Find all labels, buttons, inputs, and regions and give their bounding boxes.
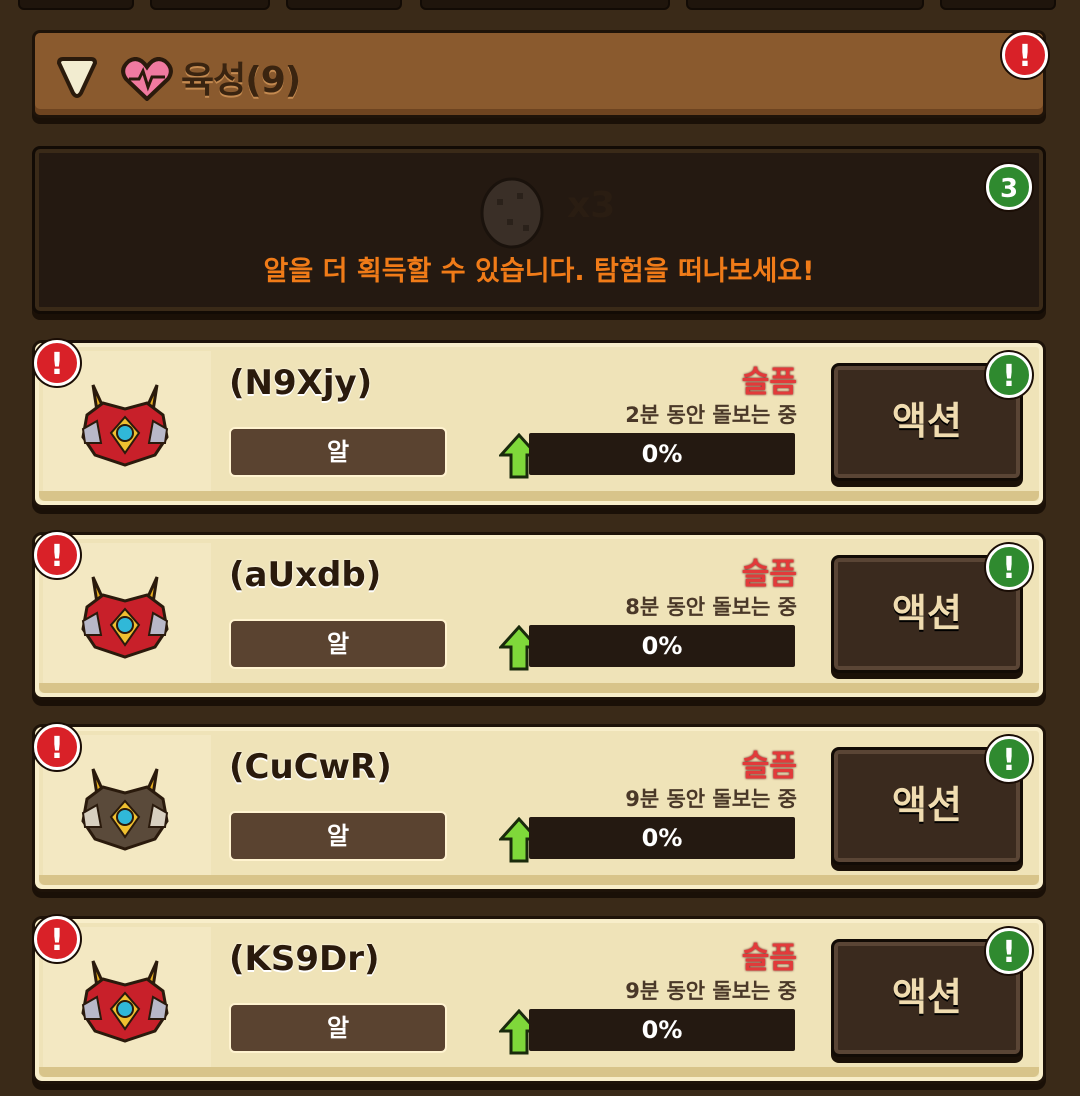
pet-name: (N9Xjy)	[229, 363, 373, 403]
dragon-egg-icon	[81, 960, 169, 1043]
heartbeat-icon	[121, 57, 173, 101]
pet-alert-icon: !	[34, 916, 80, 962]
pet-name: (KS9Dr)	[229, 939, 380, 979]
pet-card[interactable]: (KS9Dr) 알 슬픔 9분 동안 돌보는 중 0% 액션	[32, 916, 1046, 1084]
pet-alert-icon: !	[34, 340, 80, 386]
pet-name: (aUxdb)	[229, 555, 382, 595]
pet-card[interactable]: (aUxdb) 알 슬픔 8분 동안 돌보는 중 0% 액션	[32, 532, 1046, 700]
growth-progress-text: 0%	[641, 1016, 683, 1044]
pet-alert-icon: !	[34, 724, 80, 770]
top-tab[interactable]	[686, 0, 924, 10]
action-notify-icon: !	[986, 352, 1032, 398]
nurture-section-header[interactable]: 육성(9)	[32, 30, 1046, 118]
pet-care-duration: 9분 동안 돌보는 중	[625, 979, 797, 1003]
pet-stage-label: 알	[229, 619, 447, 669]
pet-care-duration: 9분 동안 돌보는 중	[625, 787, 797, 811]
pet-care-duration: 8분 동안 돌보는 중	[625, 595, 797, 619]
egg-icon	[480, 177, 544, 249]
top-tab[interactable]	[286, 0, 402, 10]
action-notify-icon: !	[986, 928, 1032, 974]
section-title: 육성(9)	[181, 60, 301, 101]
action-notify-icon: !	[986, 736, 1032, 782]
dragon-egg-icon	[81, 576, 169, 659]
growth-progress-bar: 0%	[529, 625, 795, 667]
dragon-egg-icon	[81, 768, 169, 851]
pet-care-duration: 2분 동안 돌보는 중	[625, 403, 797, 427]
dragon-egg-icon	[81, 384, 169, 467]
growth-progress-text: 0%	[641, 440, 683, 468]
growth-progress-bar: 0%	[529, 817, 795, 859]
top-tab[interactable]	[420, 0, 670, 10]
pet-stage-label: 알	[229, 811, 447, 861]
egg-count: x3	[567, 185, 616, 226]
egg-hint-message: 알을 더 획득할 수 있습니다. 탐험을 떠나보세요!	[263, 256, 815, 287]
pet-card[interactable]: (CuCwR) 알 슬픔 9분 동안 돌보는 중 0% 액션	[32, 724, 1046, 892]
top-tab[interactable]	[150, 0, 270, 10]
growth-progress-text: 0%	[641, 824, 683, 852]
top-tab[interactable]	[940, 0, 1056, 10]
pet-mood-status: 슬픔	[741, 941, 797, 976]
pet-mood-status: 슬픔	[741, 749, 797, 784]
growth-progress-bar: 0%	[529, 1009, 795, 1051]
pet-alert-icon: !	[34, 532, 80, 578]
egg-info-panel: x3 알을 더 획득할 수 있습니다. 탐험을 떠나보세요!	[32, 146, 1046, 314]
top-tab-bar	[0, 0, 1080, 10]
action-notify-icon: !	[986, 544, 1032, 590]
pet-name: (CuCwR)	[229, 747, 392, 787]
pet-card[interactable]: (N9Xjy) 알 슬픔 2분 동안 돌보는 중 0% 액션	[32, 340, 1046, 508]
pet-mood-status: 슬픔	[741, 365, 797, 400]
growth-progress-text: 0%	[641, 632, 683, 660]
triangle-down-icon[interactable]	[55, 55, 99, 99]
growth-progress-bar: 0%	[529, 433, 795, 475]
egg-count-badge: 3	[986, 164, 1032, 210]
pet-mood-status: 슬픔	[741, 557, 797, 592]
pet-stage-label: 알	[229, 427, 447, 477]
top-tab[interactable]	[18, 0, 134, 10]
pet-stage-label: 알	[229, 1003, 447, 1053]
alert-icon: !	[1002, 32, 1048, 78]
